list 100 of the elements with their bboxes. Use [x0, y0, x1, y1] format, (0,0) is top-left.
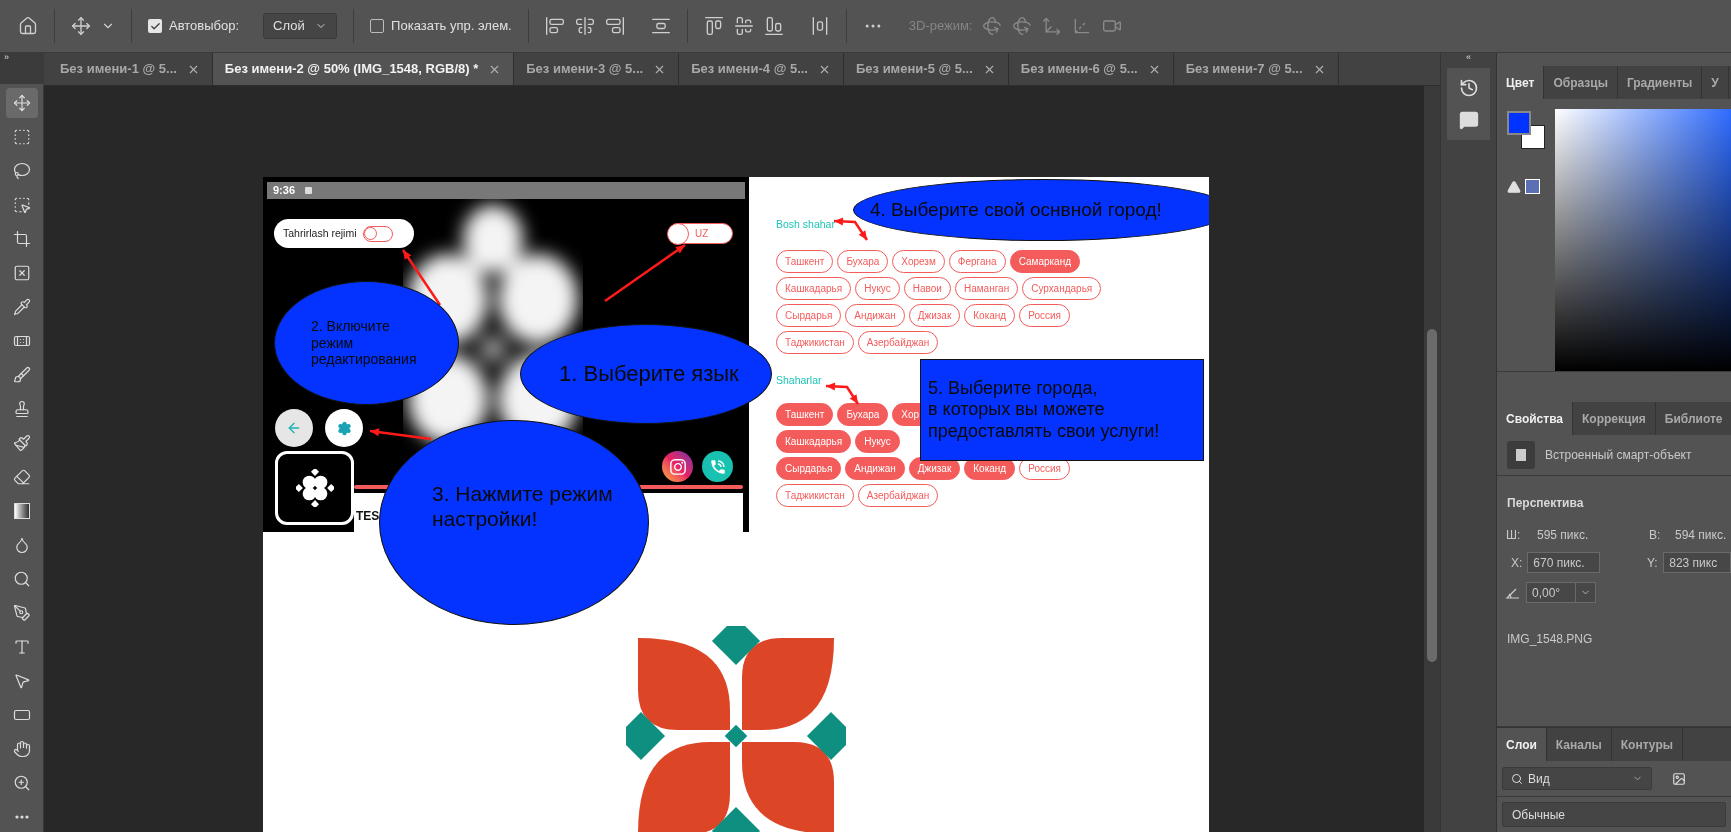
- color-swatches[interactable]: [1507, 111, 1545, 149]
- phone-call-icon[interactable]: [702, 451, 733, 482]
- city-chip[interactable]: Навои: [903, 277, 951, 300]
- callout-text: 4. Выберите свой оснвной город!: [870, 198, 1162, 222]
- city-chip[interactable]: Сурхандарья: [1022, 277, 1102, 300]
- warning-icon: [1507, 179, 1521, 194]
- file-name: IMG_1548.PNG: [1507, 631, 1594, 648]
- align-left-icon[interactable]: [544, 16, 565, 36]
- city-chip[interactable]: Таджикистан: [776, 484, 854, 507]
- city-chip[interactable]: Сырдарья: [776, 457, 842, 480]
- toggle-switch[interactable]: [362, 225, 393, 242]
- city-chip[interactable]: Андижан: [845, 457, 905, 480]
- city-chip[interactable]: Фергана: [948, 250, 1006, 273]
- layer-select[interactable]: Слой: [263, 13, 338, 39]
- pointer-arrow: [825, 382, 860, 405]
- city-chip[interactable]: Нукус: [855, 277, 900, 300]
- document-tab[interactable]: Без имени-2 @ 50% (IMG_1548, RGB/8) *: [212, 53, 515, 85]
- city-chip[interactable]: Хор: [892, 403, 922, 426]
- city-chip[interactable]: Россия: [1019, 304, 1070, 327]
- panel-tab[interactable]: Библиоте: [1655, 402, 1731, 435]
- city-chip[interactable]: Ташкент: [776, 250, 834, 273]
- panel-tab[interactable]: У: [1702, 66, 1729, 99]
- city-chip[interactable]: Кашкадарья: [776, 430, 852, 453]
- flower-icon: [295, 469, 334, 507]
- pointer-icon: [12, 672, 31, 690]
- width-label: Ш:: [1506, 527, 1522, 544]
- city-chip[interactable]: Азербайджан: [857, 331, 939, 354]
- more-icon: [14, 815, 29, 819]
- language-switch[interactable]: UZ: [668, 223, 733, 244]
- city-chip[interactable]: Самарканд: [1009, 250, 1081, 273]
- history-icon[interactable]: [1458, 78, 1479, 98]
- panel-tab[interactable]: Цвет: [1497, 66, 1545, 99]
- panel-tab[interactable]: Контуры: [1611, 728, 1683, 761]
- align-right-icon[interactable]: [604, 16, 625, 36]
- eyedropper-icon: [12, 298, 31, 316]
- collapse-toggle[interactable]: «: [1466, 53, 1471, 66]
- angle-icon: [1505, 586, 1521, 599]
- expand-toggle[interactable]: »: [4, 53, 9, 62]
- panel-tab[interactable]: Коррекция: [1573, 402, 1656, 435]
- city-chip[interactable]: Таджикистан: [776, 331, 854, 354]
- distribute-icon[interactable]: [650, 16, 671, 36]
- city-chip[interactable]: Бухара: [837, 403, 889, 426]
- back-button[interactable]: [275, 409, 313, 447]
- checkbox[interactable]: [370, 19, 385, 33]
- auto-select-label: Автовыбор:: [169, 17, 240, 36]
- city-chip[interactable]: Хорезм: [892, 250, 945, 273]
- city-chip[interactable]: Сырдарья: [776, 304, 842, 327]
- tool-button[interactable]: [5, 88, 38, 118]
- callout-text: 5. Выберите города, в которых вы можете предоставлять свои услуги!: [928, 377, 1160, 443]
- dashed-square-pointer-icon: [12, 196, 31, 214]
- notification-icon: [305, 187, 313, 194]
- align-middle-icon[interactable]: [733, 16, 754, 36]
- layer-filter-select[interactable]: Вид: [1502, 767, 1652, 790]
- instagram-icon[interactable]: [662, 451, 693, 482]
- search-icon: [1511, 772, 1523, 785]
- color-picker-field[interactable]: [1555, 109, 1731, 371]
- show-controls-label: Показать упр. элем.: [391, 17, 512, 36]
- city-chip[interactable]: Ташкент: [776, 403, 834, 426]
- city-chip[interactable]: Бухара: [837, 250, 889, 273]
- city-chip[interactable]: Андижан: [845, 304, 905, 327]
- panel-tab[interactable]: Слои: [1497, 728, 1547, 761]
- move-icon: [12, 94, 31, 112]
- settings-button[interactable]: [325, 409, 363, 447]
- gradient-square-icon: [13, 503, 30, 519]
- align-top-icon[interactable]: [703, 16, 724, 36]
- panel-tab[interactable]: Образцы: [1544, 66, 1618, 99]
- move-icon[interactable]: [71, 16, 91, 36]
- x-field[interactable]: 670 пикс.: [1527, 552, 1600, 573]
- angle-field[interactable]: 0,00°: [1526, 582, 1596, 603]
- language-label: UZ: [695, 227, 709, 241]
- smart-object-icon: [1507, 441, 1535, 469]
- callout-text: 3. Нажмите режим настройки!: [432, 481, 613, 533]
- city-chip[interactable]: Коканд: [964, 304, 1016, 327]
- checkbox[interactable]: [148, 19, 162, 33]
- city-chip[interactable]: Нукус: [855, 430, 900, 453]
- city-chip[interactable]: Наманган: [954, 277, 1019, 300]
- y-field[interactable]: 823 пикс: [1663, 552, 1731, 573]
- height-label: В:: [1649, 527, 1662, 544]
- vertical-scrollbar[interactable]: [1424, 86, 1440, 832]
- city-chip[interactable]: Джизак: [908, 304, 961, 327]
- align-bottom-icon[interactable]: [763, 16, 784, 36]
- zoom-icon: [12, 774, 31, 792]
- object-type: Встроенный смарт-объект: [1545, 447, 1692, 464]
- image-filter-icon[interactable]: [1672, 771, 1686, 786]
- panel-tab[interactable]: Градиенты: [1617, 66, 1703, 99]
- dashed-square-icon: [12, 128, 31, 146]
- home-icon[interactable]: [18, 16, 38, 36]
- align-center-icon[interactable]: [574, 16, 595, 36]
- edit-mode-switch[interactable]: Tahrirlash rejimi: [274, 219, 414, 248]
- city-chip[interactable]: Азербайджан: [857, 484, 939, 507]
- panel-tab[interactable]: Свойства: [1497, 402, 1574, 435]
- brush-icon: [12, 366, 31, 384]
- edit-mode-label: Tahrirlash rejimi: [283, 225, 357, 241]
- comment-icon[interactable]: [1458, 110, 1479, 130]
- x-label: X:: [1511, 554, 1524, 572]
- gamut-color-swatch[interactable]: [1525, 179, 1540, 194]
- city-chip[interactable]: Кашкадарья: [776, 277, 852, 300]
- blend-mode-select[interactable]: Обычные: [1502, 802, 1726, 827]
- panel-tab[interactable]: Каналы: [1546, 728, 1612, 761]
- pointer-arrow: [401, 249, 442, 306]
